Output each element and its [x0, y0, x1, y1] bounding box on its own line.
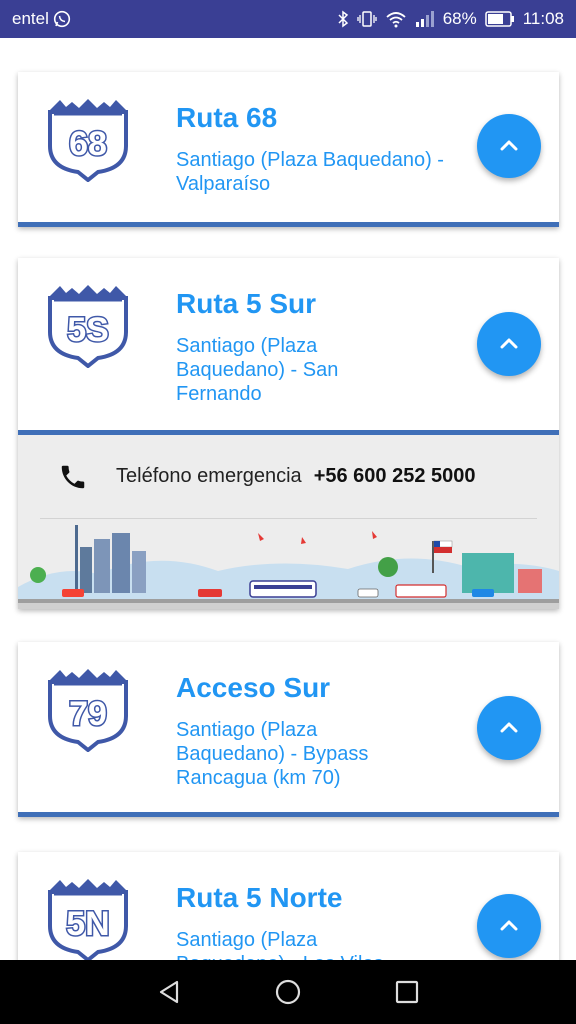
- carrier-name: entel: [12, 9, 49, 28]
- vibrate-icon: [357, 11, 377, 27]
- shield-number: 5N: [66, 905, 109, 943]
- clock: 11:08: [522, 9, 564, 28]
- route-title: Ruta 5 Sur: [176, 288, 317, 319]
- route-subtitle: Santiago (Plaza Baquedano) - Los Vilos: [176, 929, 384, 960]
- chevron-up-icon: [500, 338, 518, 349]
- route-card[interactable]: 68 Ruta 68 Santiago (Plaza Baquedano) - …: [18, 72, 559, 227]
- route-subtitle: Santiago (Plaza Baquedano) - Valparaíso: [176, 149, 444, 195]
- emergency-phone-row[interactable]: Teléfono emergencia +56 600 252 5000: [40, 435, 537, 519]
- shield-number: 68: [69, 125, 107, 163]
- navigation-bar: [0, 960, 576, 1024]
- chevron-up-icon: [500, 722, 518, 733]
- signal-icon: [415, 11, 434, 27]
- back-icon[interactable]: [155, 978, 183, 1006]
- home-icon[interactable]: [274, 978, 302, 1006]
- route-shield-icon: 5S: [48, 285, 128, 368]
- phone-icon: [61, 465, 85, 488]
- expand-button[interactable]: [477, 696, 541, 760]
- route-card-header[interactable]: 68 Ruta 68 Santiago (Plaza Baquedano) - …: [18, 72, 559, 222]
- shield-number: 79: [69, 695, 107, 733]
- route-title: Ruta 68: [176, 102, 278, 133]
- route-title: Acceso Sur: [176, 672, 331, 703]
- route-card-header[interactable]: 5S Ruta 5 Sur Santiago (Plaza Baquedano)…: [18, 258, 559, 430]
- route-subtitle: Santiago (Plaza Baquedano) - Bypass Ranc…: [176, 719, 369, 789]
- carrier: entel: [12, 9, 71, 29]
- route-card[interactable]: 79 Acceso Sur Santiago (Plaza Baquedano)…: [18, 642, 559, 817]
- card-divider: [18, 222, 559, 227]
- city-illustration: [18, 525, 559, 609]
- shield-number: 5S: [67, 311, 109, 349]
- expand-button[interactable]: [477, 312, 541, 376]
- route-list: 68 Ruta 68 Santiago (Plaza Baquedano) - …: [0, 38, 576, 960]
- route-shield-icon: 68: [48, 99, 128, 182]
- wifi-icon: [386, 12, 406, 28]
- route-title: Ruta 5 Norte: [176, 882, 343, 913]
- emergency-phone-label: Teléfono emergencia: [116, 465, 302, 487]
- route-shield-icon: 5N: [48, 879, 128, 960]
- bluetooth-icon: [338, 10, 348, 28]
- battery-percent: 68%: [442, 9, 477, 28]
- expand-button[interactable]: [477, 114, 541, 178]
- route-details: Teléfono emergencia +56 600 252 5000: [18, 435, 559, 609]
- status-bar: entel 68% 11:08: [0, 0, 576, 38]
- route-card[interactable]: 5N Ruta 5 Norte Santiago (Plaza Baquedan…: [18, 852, 559, 960]
- recents-icon[interactable]: [393, 978, 421, 1006]
- expand-button[interactable]: [477, 894, 541, 958]
- card-divider: [18, 812, 559, 817]
- chevron-up-icon: [500, 140, 518, 151]
- chevron-up-icon: [500, 920, 518, 931]
- whatsapp-icon: [53, 10, 70, 28]
- route-card-header[interactable]: 5N Ruta 5 Norte Santiago (Plaza Baquedan…: [18, 852, 559, 960]
- route-card-header[interactable]: 79 Acceso Sur Santiago (Plaza Baquedano)…: [18, 642, 559, 812]
- route-card[interactable]: 5S Ruta 5 Sur Santiago (Plaza Baquedano)…: [18, 258, 559, 609]
- route-shield-icon: 79: [48, 669, 128, 752]
- emergency-phone-number[interactable]: +56 600 252 5000: [314, 465, 476, 488]
- route-subtitle: Santiago (Plaza Baquedano) - San Fernand…: [176, 335, 339, 405]
- battery-icon: [484, 11, 514, 27]
